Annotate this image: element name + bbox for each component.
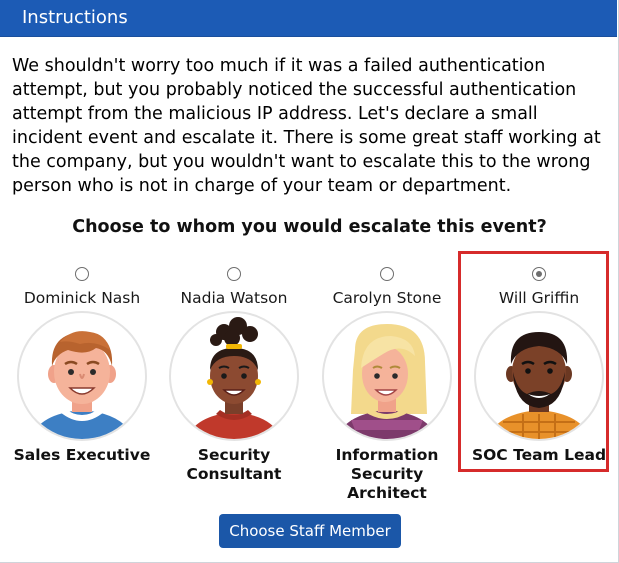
man-avatar-icon[interactable] <box>16 310 148 442</box>
staff-name: Will Griffin <box>498 289 580 307</box>
instructions-text: We shouldn't worry too much if it was a … <box>12 56 601 196</box>
woman-avatar-icon[interactable] <box>321 310 453 442</box>
staff-radio-carolyn-stone[interactable] <box>380 267 394 281</box>
woman-avatar-icon[interactable] <box>168 310 300 442</box>
staff-card-dominick-nash[interactable]: Dominick Nash Sales Executive <box>6 260 158 510</box>
instructions-panel: Instructions We shouldn't worry too much… <box>0 0 619 563</box>
staff-card-will-griffin[interactable]: Will Griffin SOC Team Lead <box>463 260 615 510</box>
staff-card-carolyn-stone[interactable]: Carolyn Stone Information Security Archi… <box>311 260 463 510</box>
instructions-title: Instructions <box>22 7 128 28</box>
staff-role: SOC Team Lead <box>471 446 607 464</box>
staff-role: Information Security Architect <box>335 446 439 502</box>
staff-name: Carolyn Stone <box>332 289 442 307</box>
staff-name: Nadia Watson <box>180 289 288 307</box>
staff-role: Sales Executive <box>13 446 151 464</box>
instructions-header: Instructions <box>0 0 617 37</box>
staff-radio-will-griffin[interactable] <box>532 267 546 281</box>
escalation-question: Choose to whom you would escalate this e… <box>72 217 547 237</box>
staff-radio-nadia-watson[interactable] <box>227 267 241 281</box>
staff-radio-dominick-nash[interactable] <box>75 267 89 281</box>
staff-role: Security Consultant <box>186 446 282 483</box>
staff-name: Dominick Nash <box>23 289 141 307</box>
choose-staff-member-button[interactable]: Choose Staff Member <box>219 514 401 548</box>
staff-card-nadia-watson[interactable]: Nadia Watson Security Consultant <box>158 260 310 510</box>
man-avatar-icon[interactable] <box>473 310 605 442</box>
